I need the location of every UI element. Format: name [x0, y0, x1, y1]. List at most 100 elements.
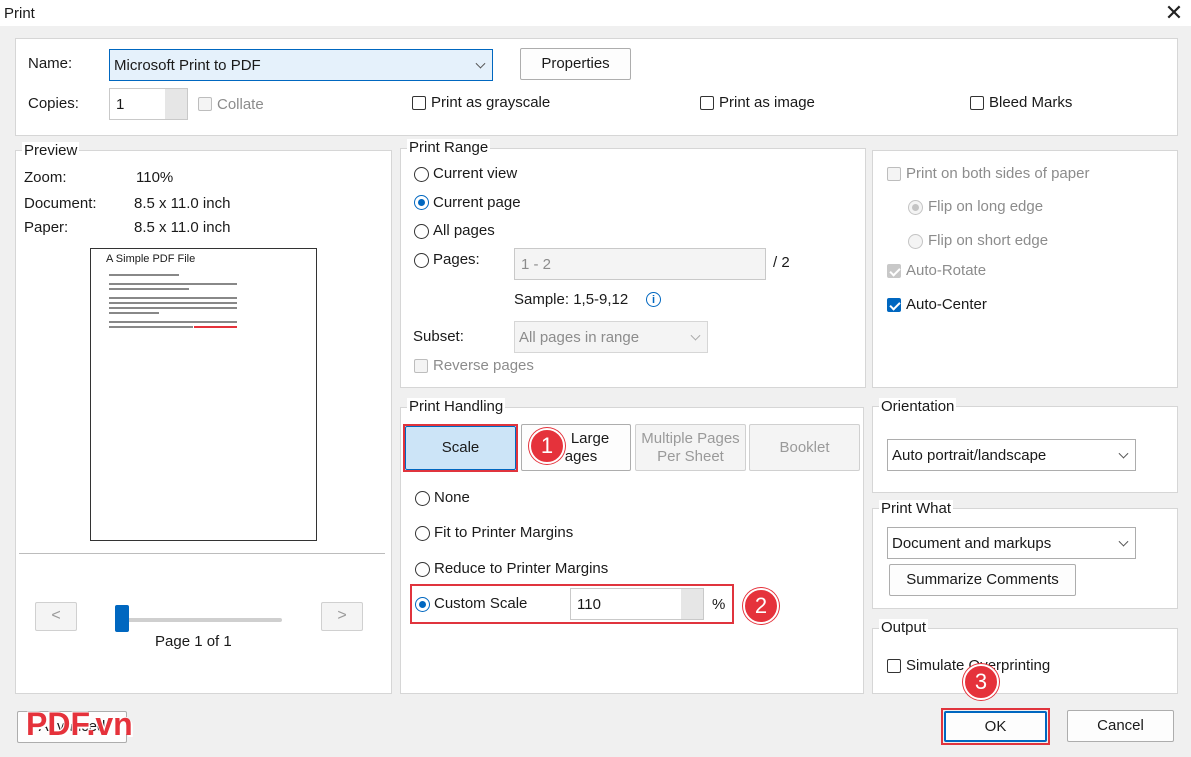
scale-none-label: None: [434, 489, 470, 506]
multiple-pages-line1: Multiple Pages: [641, 430, 740, 448]
page-slider-track[interactable]: [115, 618, 282, 622]
page-status: Page 1 of 1: [155, 633, 232, 650]
page-preview-title: A Simple PDF File: [106, 253, 196, 265]
reverse-pages-label: Reverse pages: [433, 357, 534, 374]
multiple-pages-tab[interactable]: Multiple Pages Per Sheet: [635, 424, 746, 471]
step-badge-3: 3: [963, 664, 999, 700]
step-badge-1: 1: [529, 428, 565, 464]
pages-radio[interactable]: [414, 253, 429, 268]
document-size: 8.5 x 11.0 inch: [134, 195, 231, 212]
auto-center-label: Auto-Center: [906, 296, 987, 313]
collate-checkbox[interactable]: [198, 97, 212, 111]
preview-text-line: [109, 274, 179, 276]
print-what-select-value: Document and markups: [892, 534, 1052, 552]
pages-input-value: 1 - 2: [521, 255, 552, 273]
copies-spinner[interactable]: [165, 89, 187, 119]
zoom-value: 110%: [136, 169, 174, 186]
pdfvn-logo: PDF.vn: [26, 706, 133, 742]
both-sides-label: Print on both sides of paper: [906, 165, 1090, 182]
zoom-label: Zoom:: [24, 169, 67, 186]
sample-text: Sample: 1,5-9,12: [514, 291, 629, 308]
preview-text-line: [109, 297, 237, 299]
chevron-down-icon: [1118, 536, 1129, 547]
subset-label: Subset:: [413, 328, 464, 345]
summarize-comments-button[interactable]: Summarize Comments: [889, 564, 1076, 596]
info-icon[interactable]: i: [646, 292, 661, 307]
print-range-title: Print Range: [407, 139, 491, 156]
current-page-radio[interactable]: [414, 195, 429, 210]
page-preview: A Simple PDF File: [90, 248, 317, 541]
booklet-tab[interactable]: Booklet: [749, 424, 860, 471]
scale-highlight-box: [403, 424, 518, 472]
auto-rotate-checkbox[interactable]: [887, 264, 901, 278]
chevron-down-icon: [1118, 448, 1129, 459]
window-title: Print: [4, 5, 35, 22]
print-what-title: Print What: [879, 500, 954, 517]
printer-select[interactable]: Microsoft Print to PDF: [109, 49, 493, 81]
auto-rotate-label: Auto-Rotate: [906, 262, 987, 279]
preview-text-line: [109, 283, 237, 285]
page-slider-thumb[interactable]: [115, 605, 129, 632]
bleed-marks-checkbox[interactable]: [970, 96, 984, 110]
copies-label: Copies:: [28, 95, 79, 112]
auto-center-checkbox[interactable]: [887, 298, 901, 312]
reduce-margins-label: Reduce to Printer Margins: [434, 560, 609, 577]
print-as-image-checkbox[interactable]: [700, 96, 714, 110]
ok-highlight-box: [941, 708, 1050, 745]
current-view-label: Current view: [433, 165, 518, 182]
pages-label: Pages:: [433, 251, 480, 268]
properties-button[interactable]: Properties: [520, 48, 631, 80]
bleed-marks-label: Bleed Marks: [989, 94, 1073, 111]
chevron-down-icon: [690, 330, 701, 341]
orientation-select[interactable]: Auto portrait/landscape: [887, 439, 1136, 471]
short-edge-radio[interactable]: [908, 234, 923, 249]
print-what-select[interactable]: Document and markups: [887, 527, 1136, 559]
current-view-radio[interactable]: [414, 167, 429, 182]
grayscale-checkbox[interactable]: [412, 96, 426, 110]
grayscale-label: Print as grayscale: [431, 94, 551, 111]
preview-text-line: [109, 302, 237, 304]
custom-scale-highlight-box: [410, 584, 734, 624]
preview-text-line: [109, 312, 159, 314]
cancel-button[interactable]: Cancel: [1067, 710, 1174, 742]
short-edge-label: Flip on short edge: [928, 232, 1049, 249]
both-sides-checkbox[interactable]: [887, 167, 901, 181]
output-title: Output: [879, 619, 929, 636]
orientation-title: Orientation: [879, 398, 957, 415]
print-as-image-label: Print as image: [719, 94, 815, 111]
print-handling-title: Print Handling: [407, 398, 506, 415]
name-label: Name:: [28, 55, 73, 72]
document-label: Document:: [24, 195, 97, 212]
reduce-margins-radio[interactable]: [415, 562, 430, 577]
fit-margins-label: Fit to Printer Margins: [434, 524, 574, 541]
preview-text-line: [109, 288, 189, 290]
simulate-overprinting-checkbox[interactable]: [887, 659, 901, 673]
preview-text-line: [109, 307, 237, 309]
fit-margins-radio[interactable]: [415, 526, 430, 541]
pages-input[interactable]: 1 - 2: [514, 248, 766, 280]
printer-select-value: Microsoft Print to PDF: [114, 56, 261, 74]
previous-page-button[interactable]: <: [35, 602, 77, 631]
step-badge-2: 2: [743, 588, 779, 624]
multiple-pages-line2: Per Sheet: [657, 447, 724, 465]
preview-text-line: [109, 321, 237, 323]
all-pages-radio[interactable]: [414, 224, 429, 239]
close-icon[interactable]: ✕: [1160, 0, 1188, 26]
long-edge-label: Flip on long edge: [928, 198, 1044, 215]
reverse-pages-checkbox[interactable]: [414, 359, 428, 373]
copies-value: 1: [116, 95, 125, 113]
paper-label: Paper:: [24, 219, 69, 236]
paper-size: 8.5 x 11.0 inch: [134, 219, 231, 236]
preview-title: Preview: [22, 142, 80, 159]
scale-none-radio[interactable]: [415, 491, 430, 506]
orientation-select-value: Auto portrait/landscape: [892, 446, 1047, 464]
long-edge-radio[interactable]: [908, 200, 923, 215]
current-page-label: Current page: [433, 194, 521, 211]
subset-select-value: All pages in range: [519, 328, 640, 346]
preview-divider: [19, 553, 385, 554]
subset-select[interactable]: All pages in range: [514, 321, 708, 353]
next-page-button[interactable]: >: [321, 602, 363, 631]
chevron-down-icon: [475, 58, 486, 69]
collate-label: Collate: [217, 96, 264, 113]
pages-total: / 2: [773, 254, 790, 271]
